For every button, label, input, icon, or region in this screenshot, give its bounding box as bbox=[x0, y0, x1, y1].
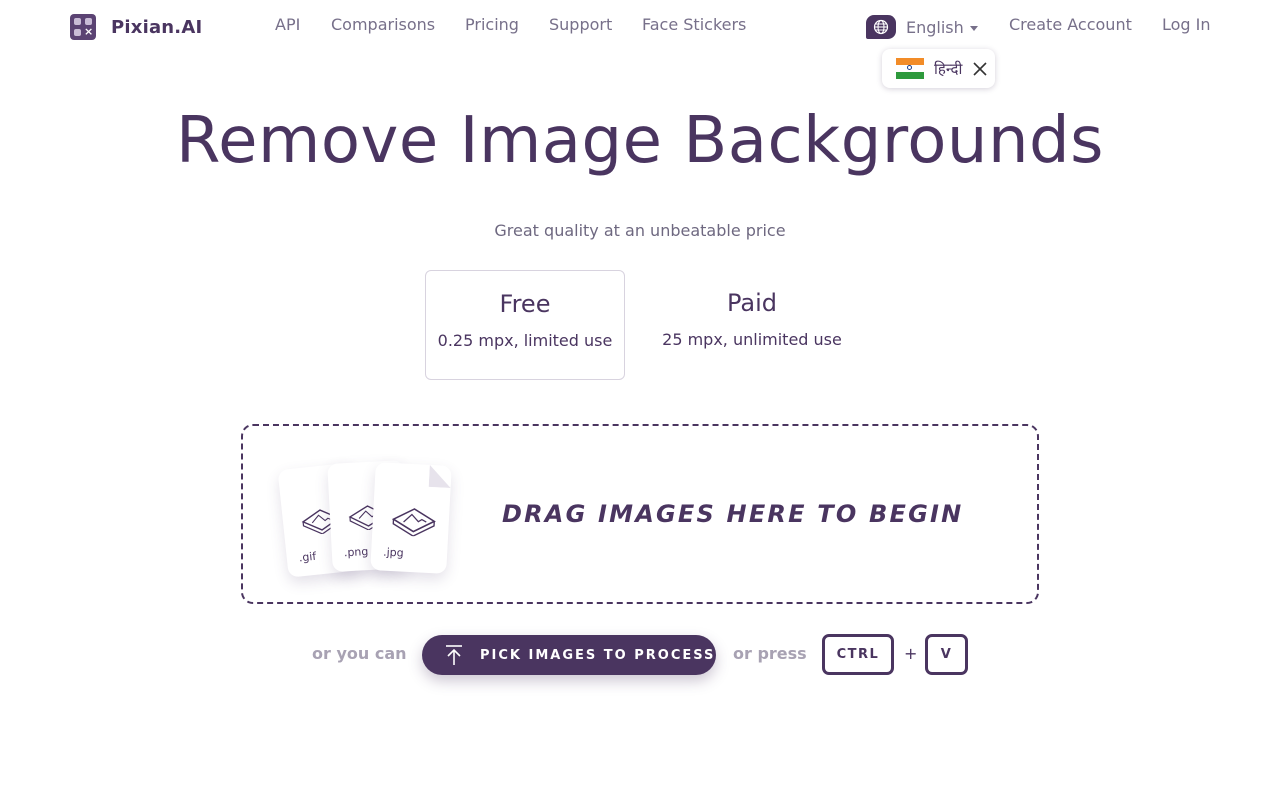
plan-description: 25 mpx, unlimited use bbox=[662, 330, 842, 349]
nav-link-face-stickers[interactable]: Face Stickers bbox=[642, 15, 746, 34]
file-extension-label: .gif bbox=[298, 549, 317, 565]
file-extension-label: .png bbox=[343, 545, 369, 560]
ctrl-key: CTRL bbox=[822, 634, 894, 675]
create-account-link[interactable]: Create Account bbox=[1009, 15, 1132, 34]
plan-option-free[interactable]: Free 0.25 mpx, limited use bbox=[425, 270, 625, 380]
v-key: V bbox=[925, 634, 968, 675]
page-title: Remove Image Backgrounds bbox=[176, 104, 1104, 178]
nav-link-comparisons[interactable]: Comparisons bbox=[331, 15, 435, 34]
brand-name: Pixian.AI bbox=[111, 16, 203, 38]
plan-option-paid[interactable]: Paid 25 mpx, unlimited use bbox=[652, 270, 852, 380]
pick-images-button[interactable]: PICK IMAGES TO PROCESS bbox=[422, 635, 716, 675]
nav-link-api[interactable]: API bbox=[275, 15, 300, 34]
globe-icon bbox=[866, 15, 896, 39]
or-press-text: or press bbox=[733, 644, 807, 663]
plan-name: Free bbox=[499, 290, 551, 318]
language-selector[interactable]: English bbox=[866, 15, 978, 39]
pixian-logo-icon: × bbox=[70, 14, 96, 40]
chevron-down-icon bbox=[969, 26, 978, 31]
nav-link-pricing[interactable]: Pricing bbox=[465, 15, 519, 34]
image-drop-zone[interactable]: .gif .png .jpg DRAG IMAGES HERE TO BEGIN bbox=[241, 424, 1039, 604]
file-extension-label: .jpg bbox=[382, 545, 405, 560]
language-label: English bbox=[906, 17, 964, 37]
nav-link-support[interactable]: Support bbox=[549, 15, 612, 34]
close-icon[interactable] bbox=[972, 61, 988, 77]
drop-zone-label: DRAG IMAGES HERE TO BEGIN bbox=[502, 500, 964, 528]
language-suggestion-popup: हिन्दी bbox=[882, 49, 995, 88]
brand-home-link[interactable]: × Pixian.AI bbox=[70, 14, 202, 40]
plus-sign: + bbox=[904, 644, 918, 663]
plan-description: 0.25 mpx, limited use bbox=[437, 331, 613, 350]
india-flag-icon bbox=[896, 58, 924, 79]
file-type-illustration: .gif .png .jpg bbox=[277, 460, 463, 580]
pick-images-label: PICK IMAGES TO PROCESS bbox=[480, 647, 716, 663]
upload-icon bbox=[446, 645, 462, 665]
jpg-file-icon: .jpg bbox=[370, 462, 452, 574]
plan-name: Paid bbox=[726, 289, 777, 317]
page-subtitle: Great quality at an unbeatable price bbox=[494, 221, 786, 240]
log-in-link[interactable]: Log In bbox=[1162, 15, 1211, 34]
hindi-language-option[interactable]: हिन्दी bbox=[934, 59, 962, 79]
top-navigation: × Pixian.AI API Comparisons Pricing Supp… bbox=[0, 0, 1280, 50]
or-you-can-text: or you can bbox=[312, 644, 407, 663]
